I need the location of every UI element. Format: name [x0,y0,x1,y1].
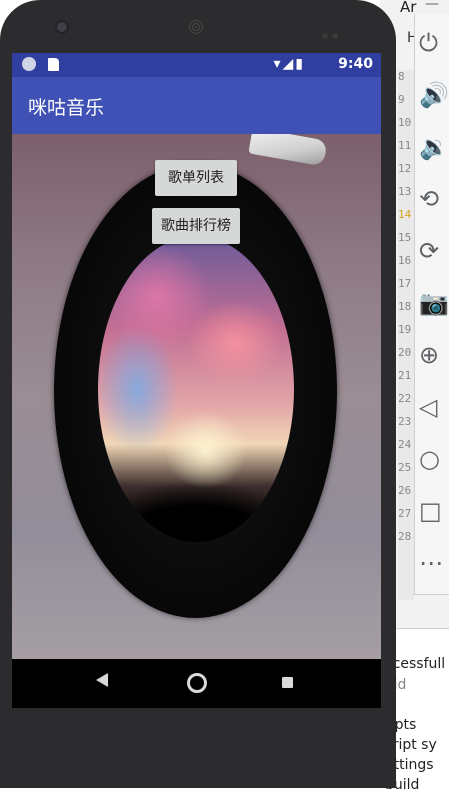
rotate-left-icon[interactable]: ⟲ [419,184,449,214]
navigation-bar [12,659,381,708]
line-number: 20 [398,346,412,359]
tone-arm [248,134,328,167]
line-number: 17 [398,277,412,290]
playlist-button[interactable]: 歌单列表 [155,160,237,196]
line-number: 23 [398,415,412,428]
volume-down-icon[interactable]: 🔉 [419,132,449,162]
line-number: 19 [398,323,412,336]
line-number: 10 [398,116,412,129]
home-icon[interactable]: ○ [419,444,449,474]
overview-icon[interactable]: □ [419,496,449,526]
song-ranking-button[interactable]: 歌曲排行榜 [152,208,240,244]
line-number: 18 [398,300,412,313]
nav-recents-icon[interactable] [282,677,293,688]
line-number: 16 [398,254,412,267]
power-icon[interactable]: ⏻ [419,28,449,58]
emulator-toolbar: ⏻ 🔊 🔉 ⟲ ⟳ 📷 ⊕ ◁ ○ □ ⋯ [414,14,449,595]
front-camera [57,22,67,32]
notification-icon [22,57,36,71]
album-cover-art [98,236,294,542]
line-number: 11 [398,139,412,152]
phone-frame: ▾◢▮ 9:40 咪咕音乐 歌单列表 歌曲排行榜 [0,0,396,788]
status-time: 9:40 [338,56,373,72]
line-number: 21 [398,369,412,382]
minimize-icon[interactable]: — [425,0,439,12]
line-number: 9 [398,93,405,106]
line-number: 27 [398,507,412,520]
line-number: 12 [398,162,412,175]
line-number: 14 [398,208,412,221]
line-number: 28 [398,530,412,543]
line-number-gutter: 8 9 10 11 12 13 14 15 16 17 18 19 20 21 22 23 24 25 26 27 28 [398,70,414,600]
player-content: 歌单列表 歌曲排行榜 [12,134,381,659]
app-bar: 咪咕音乐 [12,77,381,134]
camera-icon[interactable]: 📷 [419,288,449,318]
proximity-sensor [322,24,342,39]
line-number: 24 [398,438,412,451]
device-screen: ▾◢▮ 9:40 咪咕音乐 歌单列表 歌曲排行榜 [12,53,381,708]
nav-home-icon[interactable] [187,673,207,693]
cover-tree-silhouette [98,456,294,542]
nav-back-icon[interactable] [96,673,108,687]
line-number: 26 [398,484,412,497]
app-title: 咪咕音乐 [28,97,105,119]
line-number: 22 [398,392,412,405]
volume-up-icon[interactable]: 🔊 [419,80,449,110]
line-number: 25 [398,461,412,474]
status-bar: ▾◢▮ 9:40 [12,53,381,77]
rotate-right-icon[interactable]: ⟳ [419,236,449,266]
sd-card-icon [48,58,59,71]
zoom-icon[interactable]: ⊕ [419,340,449,370]
line-number: 8 [398,70,405,83]
line-number: 15 [398,231,412,244]
signal-battery-icons: ▾◢▮ [273,56,305,72]
line-number: 13 [398,185,412,198]
back-icon[interactable]: ◁ [419,392,449,422]
more-icon[interactable]: ⋯ [419,548,449,578]
earpiece-speaker [187,18,205,36]
